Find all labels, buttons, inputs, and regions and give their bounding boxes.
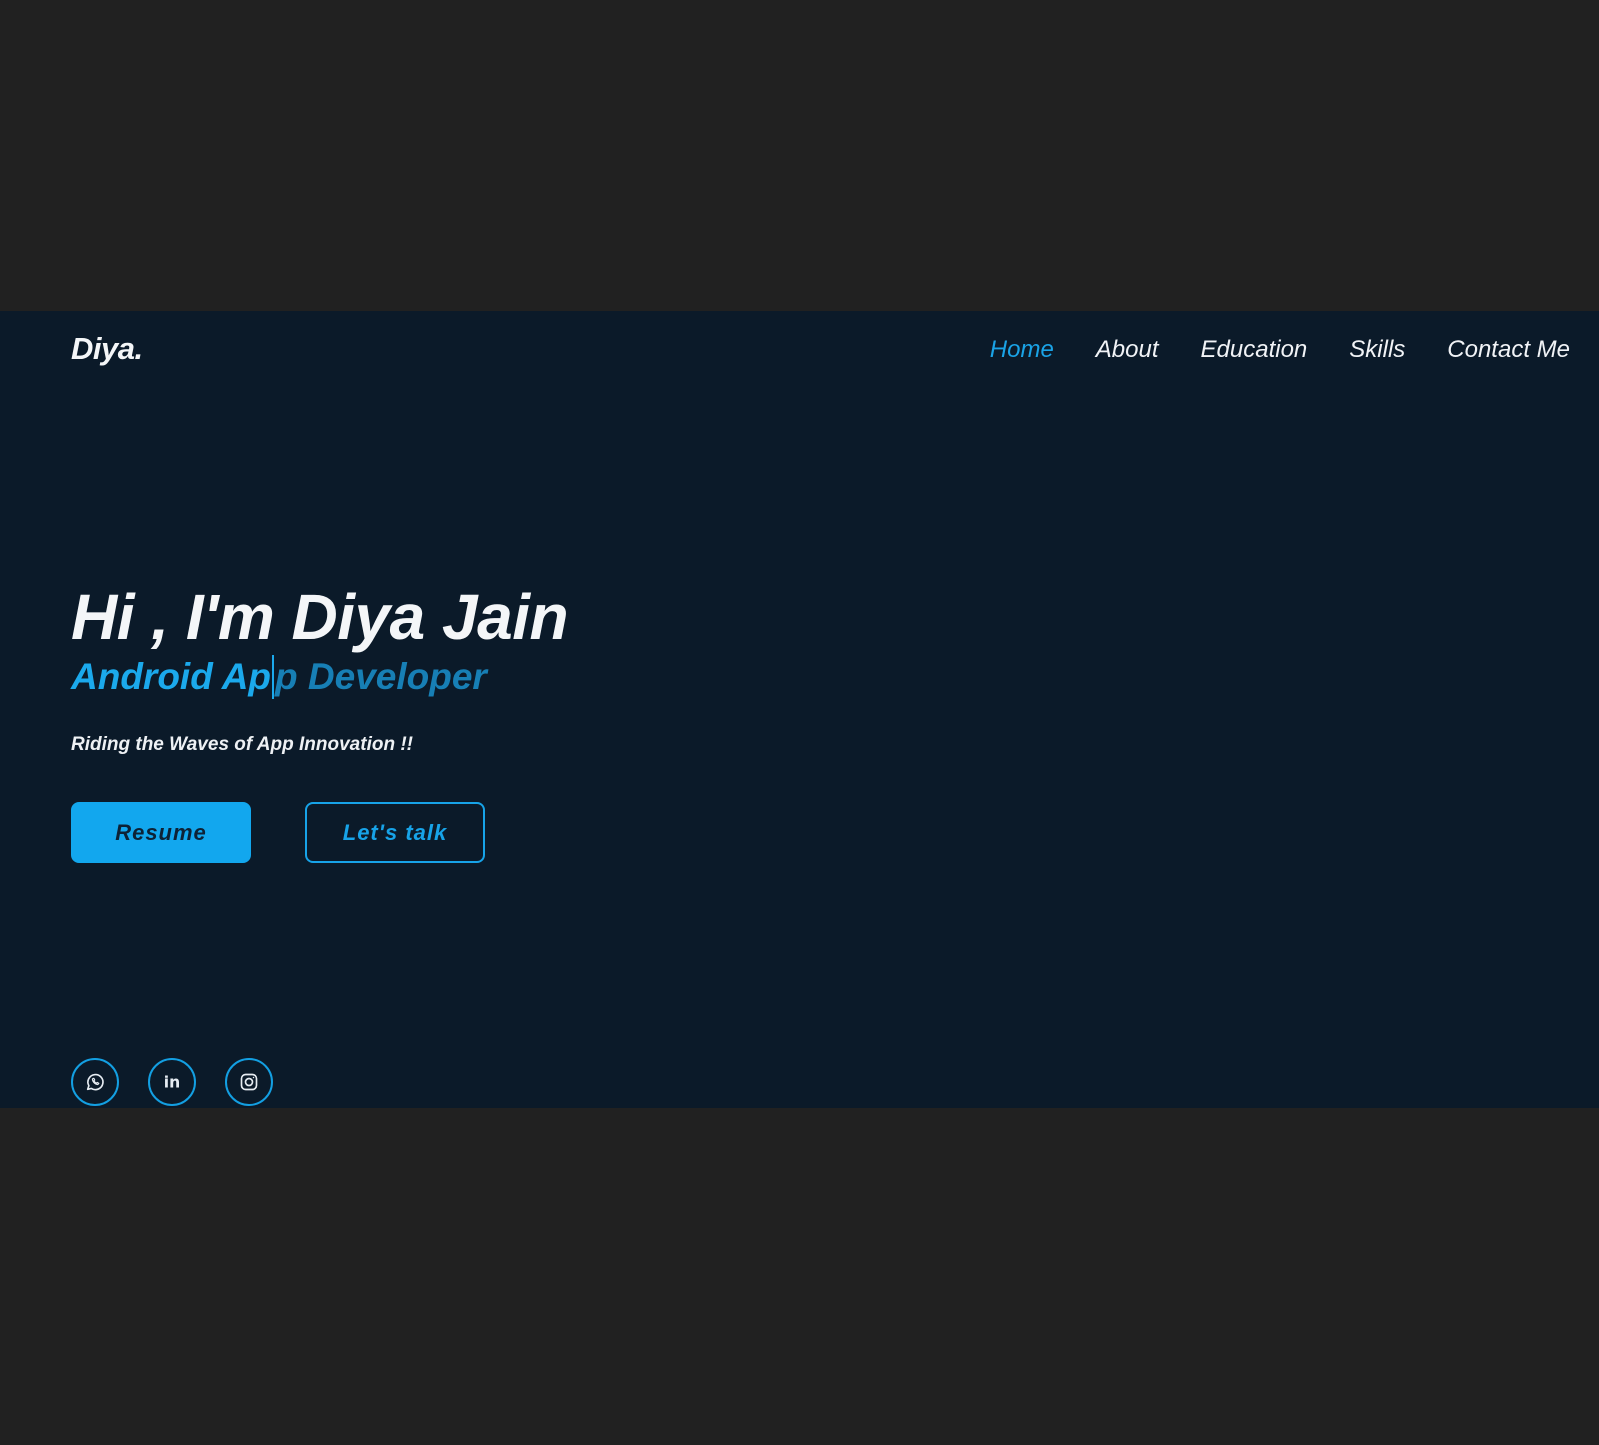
linkedin-icon-text: in xyxy=(164,1074,180,1092)
resume-button[interactable]: Resume xyxy=(71,802,251,863)
whatsapp-link[interactable] xyxy=(71,1058,119,1106)
typing-cursor xyxy=(272,655,275,699)
hero-role: Android Ap p Developer xyxy=(71,653,871,701)
instagram-link[interactable] xyxy=(225,1058,273,1106)
nav-link-skills[interactable]: Skills xyxy=(1349,336,1405,363)
linkedin-icon: in xyxy=(164,1074,180,1092)
social-links: in xyxy=(71,1058,273,1106)
nav-link-education[interactable]: Education xyxy=(1201,336,1308,363)
instagram-icon xyxy=(240,1073,258,1091)
site-logo[interactable]: Diya. xyxy=(71,331,143,367)
navbar: Diya. Home About Education Skills Contac… xyxy=(0,311,1599,391)
hero-actions: Resume Let's talk xyxy=(71,802,871,863)
hero-tagline: Riding the Waves of App Innovation !! xyxy=(71,734,413,755)
whatsapp-icon xyxy=(86,1073,104,1091)
hero-title: Hi , I'm Diya Jain xyxy=(71,581,569,653)
nav-link-about[interactable]: About xyxy=(1096,336,1159,363)
linkedin-link[interactable]: in xyxy=(148,1058,196,1106)
role-pending-text: p Developer xyxy=(275,656,487,697)
nav-link-home[interactable]: Home xyxy=(990,336,1054,363)
lets-talk-button[interactable]: Let's talk xyxy=(305,802,485,863)
nav-link-contact[interactable]: Contact Me xyxy=(1447,336,1570,363)
role-typed-text: Android Ap xyxy=(71,656,272,697)
nav-menu: Home About Education Skills Contact Me xyxy=(990,336,1570,364)
portfolio-viewport: Diya. Home About Education Skills Contac… xyxy=(0,311,1599,1108)
hero-section: Hi , I'm Diya Jain Android Ap p Develope… xyxy=(71,581,871,863)
